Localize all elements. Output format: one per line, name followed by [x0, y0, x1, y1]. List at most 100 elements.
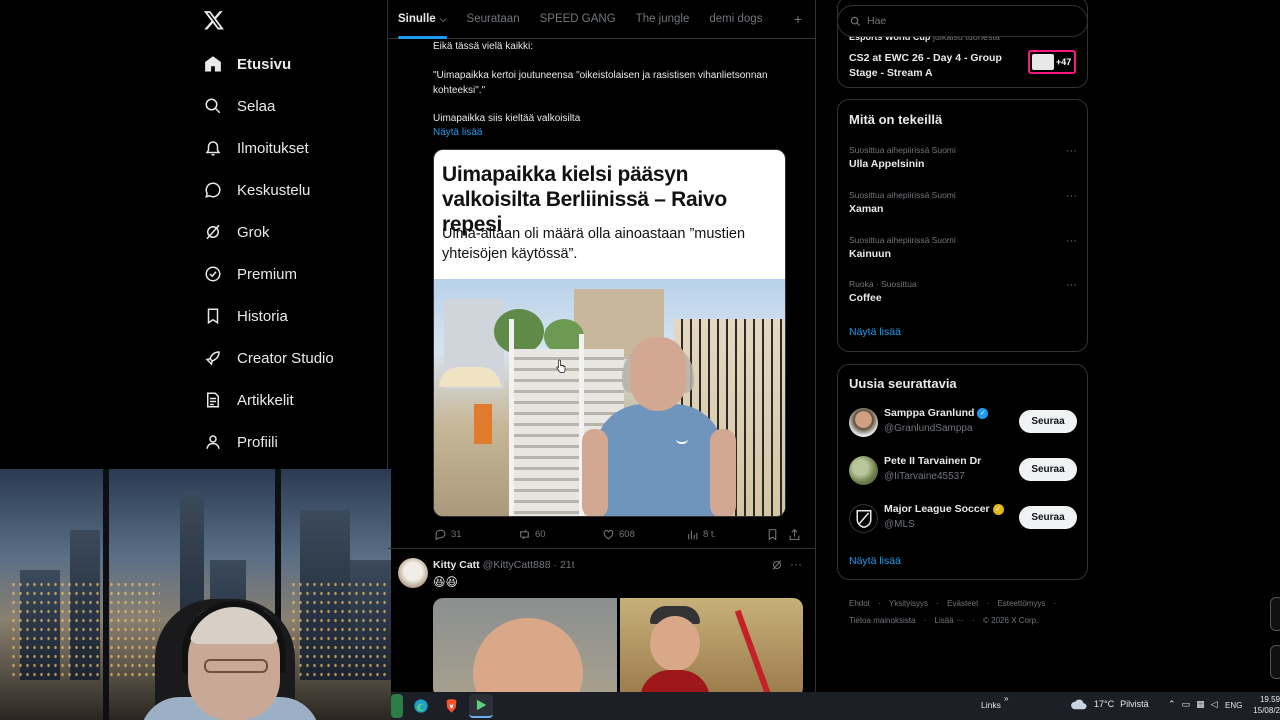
footer-link-more[interactable]: Lisää ···: [935, 616, 964, 625]
brave-browser-icon[interactable]: [439, 694, 463, 718]
search-input[interactable]: [867, 15, 1067, 27]
reply-count: 31: [451, 528, 462, 540]
footer-link-terms[interactable]: Ehdot: [849, 599, 870, 608]
live-count: +47: [1056, 57, 1072, 67]
network-icon[interactable]: ▦: [1196, 699, 1205, 710]
side-panel-handle[interactable]: [1270, 645, 1280, 679]
article-card[interactable]: Uimapaikka kielsi pääsyn valkoisilta Ber…: [433, 149, 786, 517]
search-icon: [203, 96, 223, 116]
clock-time: 19.59: [1259, 695, 1280, 704]
webcam-overlay: [0, 469, 391, 720]
media-player-icon[interactable]: [469, 694, 493, 718]
taskbar-links-toolbar[interactable]: Links: [981, 700, 1001, 710]
repost-count: 60: [535, 528, 546, 540]
bookmark-button[interactable]: [765, 527, 787, 541]
avatar[interactable]: [849, 408, 878, 437]
battery-icon[interactable]: ▭: [1182, 699, 1191, 710]
nav-grok[interactable]: Grok: [203, 219, 270, 245]
windows-taskbar: Links » 17°C Pilvistä ⌃ ▭ ▦ ◁ ENG 19.59 …: [391, 692, 1280, 720]
weather-temperature: 17°C: [1094, 699, 1115, 709]
nav-messages[interactable]: Keskustelu: [203, 177, 310, 203]
side-panel-handle[interactable]: [1270, 597, 1280, 631]
add-tab-icon[interactable]: +: [794, 11, 802, 27]
share-button[interactable]: [787, 527, 805, 541]
follow-button[interactable]: Seuraa: [1019, 410, 1077, 433]
follow-name-row: Pete II Tarvainen Dr: [884, 455, 981, 467]
avatar[interactable]: [849, 456, 878, 485]
nav-profile[interactable]: Profiili: [203, 429, 278, 455]
nav-articles[interactable]: Artikkelit: [203, 387, 294, 413]
post-media-photo[interactable]: [619, 598, 803, 692]
trends-title: Mitä on tekeillä: [849, 112, 943, 127]
post-time[interactable]: · 21t: [554, 559, 575, 571]
nav-label-premium: Premium: [237, 265, 298, 283]
chevron-right-icon[interactable]: »: [1004, 694, 1008, 703]
follow-suggestion[interactable]: Pete II Tarvainen Dr @IiTarvaine45537 Se…: [849, 455, 1077, 487]
tab-the-jungle[interactable]: The jungle: [626, 0, 700, 39]
live-participants[interactable]: +47: [1028, 50, 1076, 74]
nav-bookmarks[interactable]: Historia: [203, 303, 288, 329]
trend-name: Xaman: [849, 203, 884, 215]
nav-label-notifications: Ilmoitukset: [237, 139, 309, 157]
footer-link-cookies[interactable]: Evästeet: [947, 599, 978, 608]
volume-icon[interactable]: ◁: [1211, 699, 1218, 710]
trend-name: Kainuun: [849, 248, 891, 260]
views-button[interactable]: 8 t.: [685, 527, 765, 541]
follow-button[interactable]: Seuraa: [1019, 458, 1077, 481]
nav-label-home: Etusivu: [237, 55, 292, 73]
mls-logo-icon[interactable]: [849, 504, 878, 533]
more-options-icon[interactable]: ···: [1066, 235, 1077, 247]
follow-suggestion[interactable]: Major League Soccer ✓ @MLS Seuraa: [849, 503, 1077, 535]
grok-icon[interactable]: [771, 559, 783, 571]
footer-link-accessibility[interactable]: Esteettömyys: [997, 599, 1045, 608]
weather-widget[interactable]: 17°C Pilvistä: [1070, 698, 1149, 710]
taskbar-app-icon[interactable]: [391, 694, 403, 718]
post-media[interactable]: [433, 598, 803, 692]
footer-link-privacy[interactable]: Yksityisyys: [889, 599, 928, 608]
show-more-link[interactable]: Näytä lisää: [433, 127, 482, 138]
nav-premium[interactable]: Premium: [203, 261, 297, 287]
nav-creator-studio[interactable]: Creator Studio: [203, 345, 334, 371]
repost-button[interactable]: 60: [517, 527, 601, 541]
x-logo-icon[interactable]: [203, 9, 225, 31]
more-options-icon[interactable]: ···: [1066, 279, 1077, 291]
trend-item[interactable]: Ruoka · Suosittua Coffee ···: [849, 279, 1077, 304]
like-button[interactable]: 608: [601, 527, 685, 541]
footer-separator: ·: [986, 599, 990, 608]
follow-name: Samppa Granlund: [884, 407, 975, 419]
follow-button[interactable]: Seuraa: [1019, 506, 1077, 529]
trend-item[interactable]: Suosittua aihepiirissä Suomi Kainuun ···: [849, 235, 1077, 260]
follow-suggestion[interactable]: Samppa Granlund ✓ @GranlundSamppa Seuraa: [849, 407, 1077, 439]
language-indicator[interactable]: ENG: [1225, 701, 1242, 710]
more-options-icon[interactable]: ···: [1066, 190, 1077, 202]
chevron-up-icon[interactable]: ⌃: [1168, 699, 1176, 710]
footer-link-ads-info[interactable]: Tietoa mainoksista: [849, 616, 915, 625]
trends-panel: Mitä on tekeillä Suosittua aihepiirissä …: [837, 99, 1088, 352]
author-name[interactable]: Kitty Catt: [433, 559, 480, 571]
trend-item[interactable]: Suosittua aihepiirissä Suomi Ulla Appels…: [849, 145, 1077, 170]
more-options-icon[interactable]: ···: [1066, 145, 1077, 157]
nav-label-articles: Artikkelit: [237, 391, 294, 409]
timeline-tabs: Sinulle ⌵ Seurataan SPEED GANG The jungl…: [388, 0, 815, 39]
bookmark-icon: [765, 527, 779, 541]
post-media-photo[interactable]: [433, 598, 617, 692]
trend-item[interactable]: Suosittua aihepiirissä Suomi Xaman ···: [849, 190, 1077, 215]
footer-separator: ·: [1053, 599, 1057, 608]
tab-for-you[interactable]: Sinulle ⌵: [388, 0, 457, 39]
avatar[interactable]: [398, 558, 428, 588]
show-more-link[interactable]: Näytä lisää: [849, 326, 901, 338]
tab-following[interactable]: Seurataan: [457, 0, 530, 39]
show-more-link[interactable]: Näytä lisää: [849, 555, 901, 567]
nav-home[interactable]: Etusivu: [203, 51, 291, 77]
nav-notifications[interactable]: Ilmoitukset: [203, 135, 309, 161]
reply-button[interactable]: 31: [433, 527, 517, 541]
post-text: 😆😆: [433, 575, 459, 589]
author-handle[interactable]: @KittyCatt888: [483, 559, 551, 571]
more-options-icon[interactable]: ···: [790, 557, 802, 571]
tab-demi-dogs[interactable]: demi dogs: [699, 0, 772, 39]
edge-browser-icon[interactable]: [409, 694, 433, 718]
search-bar[interactable]: [837, 5, 1088, 37]
clock[interactable]: 19.59 15/08/2: [1248, 694, 1280, 716]
nav-explore[interactable]: Selaa: [203, 93, 275, 119]
tab-speed-gang[interactable]: SPEED GANG: [530, 0, 626, 39]
